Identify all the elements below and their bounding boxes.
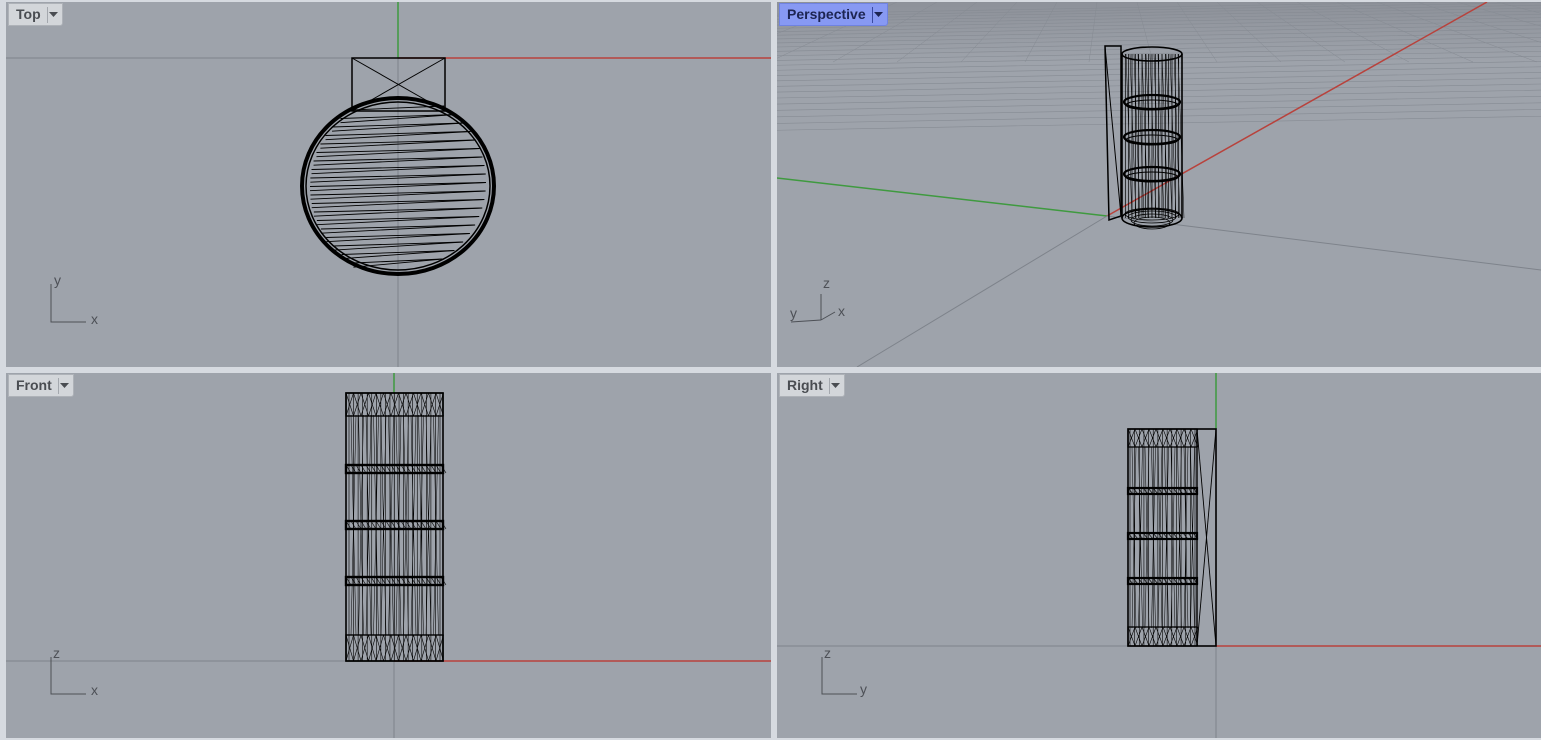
axis-label-y: y <box>790 305 797 321</box>
viewport-perspective[interactable]: Perspective z y x <box>777 2 1541 367</box>
viewport-front[interactable]: Front z x <box>6 373 771 738</box>
axis-label-z: z <box>823 275 830 291</box>
axis-label-z: z <box>824 645 831 661</box>
chevron-down-icon[interactable] <box>871 6 884 23</box>
viewport-tab-top[interactable]: Top <box>8 3 63 26</box>
chevron-down-icon[interactable] <box>46 6 59 23</box>
viewport-right[interactable]: Right z y <box>777 373 1541 738</box>
viewport-tab-front[interactable]: Front <box>8 374 74 397</box>
axis-label-x: x <box>838 303 845 319</box>
perspective-wireframe <box>1104 45 1185 230</box>
right-wireframe <box>1126 428 1217 647</box>
viewport-tab-right[interactable]: Right <box>779 374 845 397</box>
front-wireframe <box>344 392 447 662</box>
viewport-top[interactable]: Top y x <box>6 2 771 367</box>
viewport-title-front: Front <box>16 377 52 393</box>
chevron-down-icon[interactable] <box>828 377 841 394</box>
viewport-title-right: Right <box>787 377 823 393</box>
axis-label-y: y <box>860 681 867 697</box>
perspective-scene <box>777 2 1541 367</box>
front-scene <box>6 373 771 738</box>
axis-label-y: y <box>54 272 61 288</box>
viewport-tab-perspective[interactable]: Perspective <box>779 3 888 26</box>
grid-line <box>856 215 1108 367</box>
axis-label-x: x <box>91 311 98 327</box>
chevron-down-icon[interactable] <box>57 377 70 394</box>
axis-label-z: z <box>53 645 60 661</box>
viewport-title-top: Top <box>16 6 41 22</box>
top-scene <box>6 2 771 367</box>
right-scene <box>777 373 1541 738</box>
axis-label-x: x <box>91 682 98 698</box>
viewport-title-perspective: Perspective <box>787 6 866 22</box>
y-axis-line <box>777 177 1108 217</box>
